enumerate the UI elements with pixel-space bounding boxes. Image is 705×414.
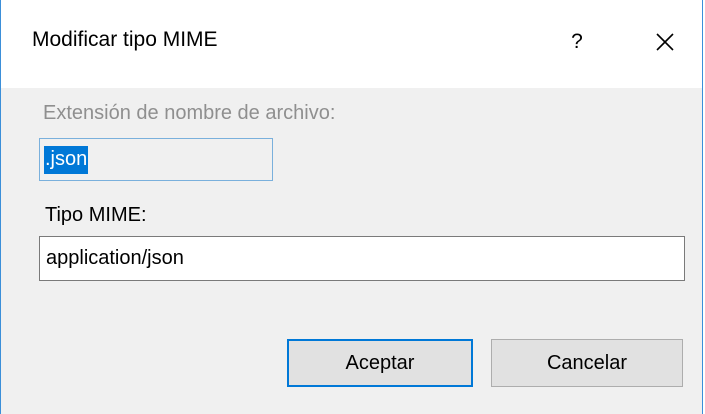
dialog-title: Modificar tipo MIME xyxy=(32,28,218,51)
mime-type-label: Tipo MIME: xyxy=(45,204,147,226)
help-button[interactable]: ? xyxy=(554,14,600,70)
close-button[interactable] xyxy=(642,14,688,70)
dialog-window: Modificar tipo MIME ? Extensión de nombr… xyxy=(0,0,703,414)
close-icon xyxy=(656,33,674,51)
ok-button[interactable]: Aceptar xyxy=(287,339,473,387)
extension-value: .json xyxy=(44,145,89,174)
cancel-button[interactable]: Cancelar xyxy=(491,339,683,387)
title-bar[interactable]: Modificar tipo MIME ? xyxy=(1,0,702,88)
mime-type-field[interactable]: application/json xyxy=(39,236,685,281)
extension-field[interactable]: .json xyxy=(39,138,273,181)
extension-label: Extensión de nombre de archivo: xyxy=(43,102,336,124)
